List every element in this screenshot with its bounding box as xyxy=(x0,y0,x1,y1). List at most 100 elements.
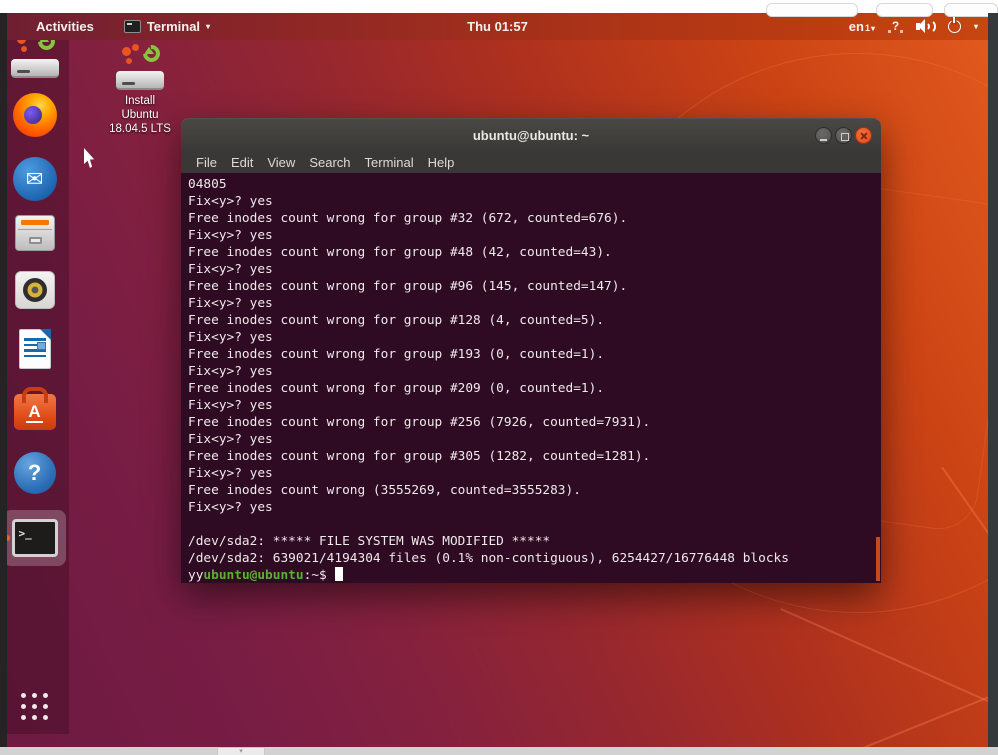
terminal-line: Fix<y>? yes xyxy=(188,363,881,380)
prompt-path: ~ xyxy=(311,568,319,583)
chevron-down-icon: ▾ xyxy=(206,23,210,31)
dock-item-libreoffice-writer[interactable] xyxy=(0,329,69,369)
prompt-glyph: >_ xyxy=(19,527,32,540)
thunderbird-icon: ✉ xyxy=(13,157,57,201)
terminal-icon: >_ xyxy=(12,519,58,557)
chevron-down-icon: ▾ xyxy=(871,25,875,33)
terminal-line: Free inodes count wrong for group #193 (… xyxy=(188,346,881,363)
app-menu-button[interactable]: Terminal ▾ xyxy=(124,19,210,34)
wallpaper-line-decoration xyxy=(808,657,988,747)
question-glyph: ? xyxy=(28,460,41,486)
terminal-line: Free inodes count wrong for group #305 (… xyxy=(188,448,881,465)
terminal-line: Fix<y>? yes xyxy=(188,193,881,210)
terminal-line: Fix<y>? yes xyxy=(188,397,881,414)
show-applications-icon xyxy=(21,693,48,720)
power-icon[interactable] xyxy=(948,20,961,33)
show-applications-button[interactable] xyxy=(0,693,69,720)
host-browser-button[interactable] xyxy=(876,3,933,17)
dock-item-thunderbird[interactable]: ✉ xyxy=(0,157,69,201)
terminal-line: Free inodes count wrong for group #48 (4… xyxy=(188,244,881,261)
system-status-area[interactable]: en 1 ▾ ? ▾ xyxy=(849,19,978,34)
menu-help[interactable]: Help xyxy=(421,153,462,172)
dock-item-help[interactable]: ? xyxy=(0,452,69,494)
activities-button[interactable]: Activities xyxy=(30,17,100,36)
dock: ✉ A ? >_ xyxy=(0,27,69,734)
network-dash xyxy=(900,30,903,33)
terminal-line: Fix<y>? yes xyxy=(188,329,881,346)
terminal-line: Fix<y>? yes xyxy=(188,295,881,312)
wallpaper-line-decoration xyxy=(781,608,988,740)
maximize-button[interactable] xyxy=(835,127,852,144)
prompt-typed-text: yy xyxy=(188,568,203,583)
help-icon: ? xyxy=(14,452,56,494)
terminal-line: Free inodes count wrong for group #256 (… xyxy=(188,414,881,431)
terminal-line: /dev/sda2: 639021/4194304 files (0.1% no… xyxy=(188,550,881,567)
volume-wave xyxy=(921,19,936,34)
host-left-strip xyxy=(0,13,7,747)
terminal-line: Fix<y>? yes xyxy=(188,227,881,244)
dock-item-rhythmbox[interactable] xyxy=(0,271,69,309)
chevron-down-icon[interactable]: ▾ xyxy=(974,23,978,31)
dock-item-terminal[interactable]: >_ xyxy=(0,519,69,557)
control-bar-handle[interactable]: ▾ xyxy=(217,747,265,755)
terminal-line: Fix<y>? yes xyxy=(188,465,881,482)
keyboard-layout-label: en xyxy=(849,19,864,34)
prompt-user-host: ubuntu@ubuntu xyxy=(203,568,303,583)
terminal-line: Fix<y>? yes xyxy=(188,261,881,278)
volume-icon[interactable] xyxy=(916,19,935,34)
dock-item-ubuntu-software[interactable]: A xyxy=(0,394,69,430)
terminal-line: /dev/sda2: ***** FILE SYSTEM WAS MODIFIE… xyxy=(188,533,881,550)
keyboard-layout-index: 1 xyxy=(865,23,870,33)
menu-file[interactable]: File xyxy=(189,153,224,172)
rhythmbox-icon xyxy=(15,271,55,309)
terminal-prompt-line: yyubuntu@ubuntu:~$ xyxy=(188,567,881,583)
terminal-output-area[interactable]: 04805 Fix<y>? yes Free inodes count wron… xyxy=(181,173,881,583)
terminal-line: Free inodes count wrong for group #128 (… xyxy=(188,312,881,329)
terminal-cursor xyxy=(335,567,343,581)
terminal-mini-icon xyxy=(124,20,141,33)
firefox-icon xyxy=(13,93,57,137)
network-dash xyxy=(888,30,891,33)
dock-item-firefox[interactable] xyxy=(0,93,69,137)
host-bottom-strip xyxy=(0,747,998,755)
dock-item-files[interactable] xyxy=(0,215,69,251)
window-buttons xyxy=(815,127,872,144)
terminal-line: Free inodes count wrong (3555269, counte… xyxy=(188,482,881,499)
menu-search[interactable]: Search xyxy=(302,153,357,172)
window-title: ubuntu@ubuntu: ~ xyxy=(473,128,589,143)
menu-terminal[interactable]: Terminal xyxy=(358,153,421,172)
close-button[interactable] xyxy=(855,127,872,144)
menu-bar: File Edit View Search Terminal Help xyxy=(181,151,881,173)
libreoffice-writer-icon xyxy=(19,329,51,369)
host-browser-top-strip xyxy=(0,0,998,13)
desktop-icon-label: Install Ubuntu 18.04.5 LTS xyxy=(105,94,175,136)
terminal-line: Fix<y>? yes xyxy=(188,431,881,448)
ubuntu-software-icon: A xyxy=(14,394,56,430)
files-icon xyxy=(15,215,55,251)
terminal-line: Fix<y>? yes xyxy=(188,499,881,516)
minimize-button[interactable] xyxy=(815,127,832,144)
terminal-line: Free inodes count wrong for group #32 (6… xyxy=(188,210,881,227)
menu-view[interactable]: View xyxy=(260,153,302,172)
desktop-icon-install-ubuntu[interactable]: Install Ubuntu 18.04.5 LTS xyxy=(105,44,175,136)
host-scrollbar-strip[interactable] xyxy=(988,13,998,747)
menu-edit[interactable]: Edit xyxy=(224,153,260,172)
window-titlebar[interactable]: ubuntu@ubuntu: ~ xyxy=(181,118,881,151)
terminal-window: ubuntu@ubuntu: ~ File Edit View Search T… xyxy=(181,118,881,583)
prompt-dollar: $ xyxy=(319,568,327,583)
keyboard-layout-indicator[interactable]: en 1 ▾ xyxy=(849,19,875,34)
host-browser-button[interactable] xyxy=(766,3,858,17)
app-menu-label: Terminal xyxy=(147,19,200,34)
terminal-line xyxy=(188,516,881,533)
terminal-scrollbar-thumb[interactable] xyxy=(876,537,880,581)
software-letter-glyph: A xyxy=(26,402,42,423)
install-ubuntu-icon xyxy=(116,44,164,90)
envelope-glyph: ✉ xyxy=(26,167,44,192)
top-bar: Activities Terminal ▾ Thu 01:57 en 1 ▾ ? xyxy=(7,13,988,40)
screen: Activities Terminal ▾ Thu 01:57 en 1 ▾ ? xyxy=(0,0,998,755)
terminal-line: 04805 xyxy=(188,176,881,193)
terminal-line: Free inodes count wrong for group #96 (1… xyxy=(188,278,881,295)
network-question-glyph: ? xyxy=(892,19,899,33)
terminal-line: Free inodes count wrong for group #209 (… xyxy=(188,380,881,397)
network-unknown-icon[interactable]: ? xyxy=(888,19,903,34)
